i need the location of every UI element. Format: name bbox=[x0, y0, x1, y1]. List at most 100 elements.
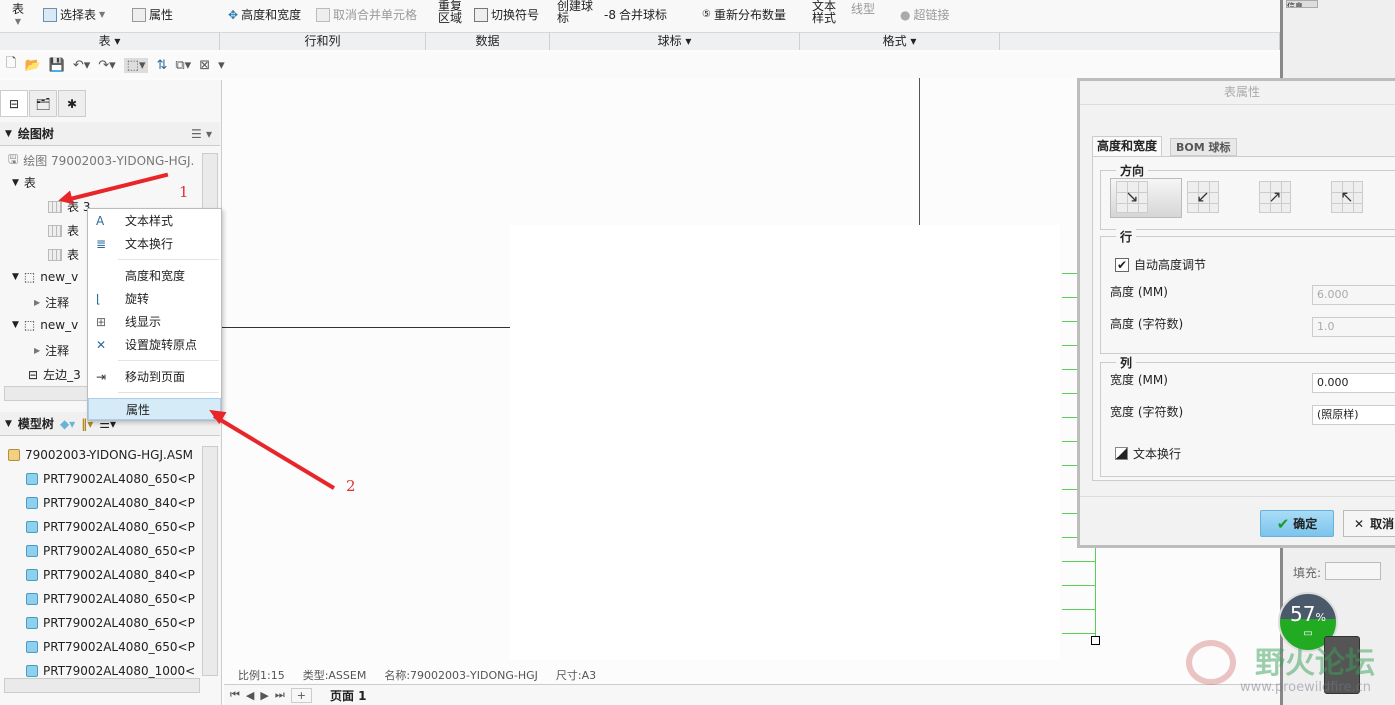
tree-item-notes[interactable]: ▶ 注释 bbox=[34, 294, 69, 311]
new-icon[interactable]: 🗋 bbox=[6, 54, 16, 76]
text-wrap-checkbox[interactable]: 文本换行 bbox=[1115, 445, 1181, 462]
menu-item-rotate[interactable]: ⌊ 旋转 bbox=[88, 288, 221, 310]
drawing-canvas[interactable] bbox=[510, 225, 1060, 660]
cancel-button[interactable]: ✕ 取消 bbox=[1343, 510, 1395, 537]
model-tree-item[interactable]: PRT79002AL4080_650<PRT bbox=[26, 592, 196, 606]
tree-item-notes[interactable]: ▶ 注释 bbox=[34, 342, 69, 359]
window-icon[interactable]: ⧉▾ bbox=[175, 58, 191, 73]
tree-item-drawing[interactable]: 🖫 绘图 79002003-YIDONG-HGJ. bbox=[8, 150, 194, 171]
tree-item-table[interactable]: 表 bbox=[48, 246, 79, 263]
select-box-icon[interactable]: ⬚▾ bbox=[123, 57, 149, 73]
tree-item-left-view[interactable]: ⊟ 左边_3 bbox=[28, 366, 81, 383]
dialog-title: 表属性 bbox=[1080, 81, 1395, 105]
tab-favorites[interactable]: ✱ bbox=[58, 90, 86, 117]
model-tree-item[interactable]: PRT79002AL4080_840<PRT bbox=[26, 496, 196, 510]
menu-item-text-style[interactable]: A 文本样式 bbox=[88, 210, 221, 232]
height-mm-input[interactable]: 6.000 bbox=[1312, 285, 1395, 305]
regenerate-icon[interactable]: ⇅ bbox=[156, 58, 167, 73]
ok-button[interactable]: ✔ 确定 bbox=[1260, 510, 1334, 537]
page-bar: ⏮ ◀ ▶ ⏭ + 页面 1 bbox=[224, 684, 1280, 705]
tree-item-view[interactable]: ▼ ⬚ new_v bbox=[12, 270, 78, 284]
tab-tree[interactable]: ⊟ bbox=[0, 90, 28, 117]
save-icon[interactable]: 💾 bbox=[49, 58, 65, 73]
unmerge-button[interactable]: 取消合并单元格 bbox=[316, 6, 417, 23]
row-label: 行 bbox=[1116, 228, 1137, 245]
height-width-button[interactable]: ✥ 高度和宽度 bbox=[228, 6, 301, 23]
tab-folders[interactable]: 🗂 bbox=[29, 90, 57, 117]
fill-dropdown[interactable] bbox=[1325, 562, 1381, 580]
customize-icon[interactable]: ▾ bbox=[218, 58, 225, 73]
table-row-line bbox=[1062, 609, 1095, 610]
group-format[interactable]: 格式 ▾ bbox=[800, 32, 1000, 50]
model-tree-item[interactable]: PRT79002AL4080_1000<PR bbox=[26, 664, 196, 678]
properties-button[interactable]: 属性 bbox=[132, 6, 173, 23]
model-display-icon[interactable]: ◆▾ bbox=[60, 417, 75, 431]
width-chars-dropdown[interactable]: (照原样) bbox=[1312, 405, 1395, 425]
part-icon bbox=[26, 665, 38, 677]
create-balloon-button[interactable]: 创建球标 bbox=[557, 0, 595, 24]
cancel-label: 取消 bbox=[1370, 517, 1395, 531]
part-icon bbox=[26, 593, 38, 605]
info-tab[interactable]: 信息 bbox=[1286, 0, 1318, 8]
model-tree-item[interactable]: PRT79002AL4080_650<PRT bbox=[26, 520, 196, 534]
redistribute-button[interactable]: ⑤ 重新分布数量 bbox=[702, 6, 786, 23]
model-tree-item-label: PRT79002AL4080_650<PRT bbox=[43, 616, 196, 630]
menu-item-line-display[interactable]: ⊞ 线显示 bbox=[88, 311, 221, 333]
part-icon bbox=[26, 545, 38, 557]
model-tree-item[interactable]: PRT79002AL4080_650<PRT bbox=[26, 640, 196, 654]
open-icon[interactable]: 📂 bbox=[24, 58, 40, 73]
menu-item-move-to-page[interactable]: ⇥ 移动到页面 bbox=[88, 366, 221, 388]
text-style-button[interactable]: 文本样式 bbox=[812, 0, 838, 24]
menu-item-set-rotation-origin[interactable]: ✕ 设置旋转原点 bbox=[88, 334, 221, 356]
hyperlink-button[interactable]: ● 超链接 bbox=[900, 6, 950, 23]
height-chars-input[interactable]: 1.0 bbox=[1312, 317, 1395, 337]
tree-item-view[interactable]: ▼ ⬚ new_v bbox=[12, 318, 78, 332]
menu-item-properties[interactable]: 属性 bbox=[88, 398, 221, 420]
drawing-tree-header[interactable]: ▼ 绘图树 ☰ ▾ bbox=[0, 122, 220, 146]
switch-symbol-button[interactable]: 切换符号 bbox=[474, 6, 539, 23]
menu-item-height-width[interactable]: 高度和宽度 bbox=[88, 265, 221, 287]
select-table-button[interactable]: 选择表 ▼ bbox=[43, 6, 105, 23]
add-page-button[interactable]: + bbox=[290, 687, 312, 703]
model-tree-item[interactable]: PRT79002AL4080_650<PRT bbox=[26, 544, 196, 558]
first-page-icon[interactable]: ⏮ bbox=[230, 688, 240, 702]
width-mm-input[interactable]: 0.000 bbox=[1312, 373, 1395, 393]
direction-up-right-icon[interactable]: ↗ bbox=[1259, 181, 1291, 213]
table-button[interactable]: 表 ▼ bbox=[12, 0, 24, 26]
tab-bom-balloon[interactable]: BOM 球标 bbox=[1170, 138, 1237, 156]
tree-item-table[interactable]: 表 bbox=[48, 222, 79, 239]
model-tree-item[interactable]: PRT79002AL4080_650<PRT bbox=[26, 616, 196, 630]
next-page-icon[interactable]: ▶ bbox=[260, 689, 268, 702]
hyperlink-label: 超链接 bbox=[913, 8, 950, 22]
close-window-icon[interactable]: ⊠ bbox=[199, 58, 210, 73]
direction-down-left-icon[interactable]: ↙ bbox=[1187, 181, 1219, 213]
model-tree-item[interactable]: PRT79002AL4080_840<PRT bbox=[26, 568, 196, 582]
group-table[interactable]: 表 ▾ bbox=[0, 32, 220, 50]
annotation-number-2: 2 bbox=[346, 477, 356, 495]
direction-up-left-icon[interactable]: ↖ bbox=[1331, 181, 1363, 213]
menu-item-text-wrap[interactable]: ≣ 文本换行 bbox=[88, 233, 221, 255]
merge-balloon-button[interactable]: -8 合并球标 bbox=[604, 6, 667, 23]
check-icon: ✔ bbox=[1276, 514, 1290, 533]
close-icon: ✕ bbox=[1354, 516, 1365, 531]
page-tab[interactable]: 页面 1 bbox=[330, 687, 367, 704]
table-row-line bbox=[1062, 561, 1095, 562]
navigator-tabs: ⊟ 🗂 ✱ bbox=[0, 90, 87, 117]
tab-height-width[interactable]: 高度和宽度 bbox=[1092, 136, 1163, 156]
prev-page-icon[interactable]: ◀ bbox=[246, 689, 254, 702]
watermark-url: www.proewildfire.cn bbox=[1240, 680, 1371, 695]
model-root[interactable]: 79002003-YIDONG-HGJ.ASM bbox=[8, 448, 193, 462]
auto-height-checkbox[interactable]: ✔ 自动高度调节 bbox=[1115, 256, 1206, 273]
table-corner-handle[interactable] bbox=[1091, 636, 1100, 645]
undo-icon[interactable]: ↶▾ bbox=[73, 58, 90, 73]
tree-item-tables[interactable]: ▼ 表 bbox=[12, 174, 36, 191]
last-page-icon[interactable]: ⏭ bbox=[275, 688, 285, 702]
group-balloon[interactable]: 球标 ▾ bbox=[550, 32, 800, 50]
model-tree-item[interactable]: PRT79002AL4080_650<PRT bbox=[26, 472, 196, 486]
model-tree-hscrollbar[interactable] bbox=[4, 678, 200, 693]
model-tree-vscrollbar[interactable] bbox=[202, 446, 218, 676]
tree-settings-icon[interactable]: ☰ ▾ bbox=[191, 127, 212, 141]
line-style-button[interactable]: 线型 bbox=[851, 0, 875, 17]
repeat-region-button[interactable]: 重复区域 bbox=[438, 0, 464, 24]
redo-icon[interactable]: ↷▾ bbox=[98, 58, 115, 73]
